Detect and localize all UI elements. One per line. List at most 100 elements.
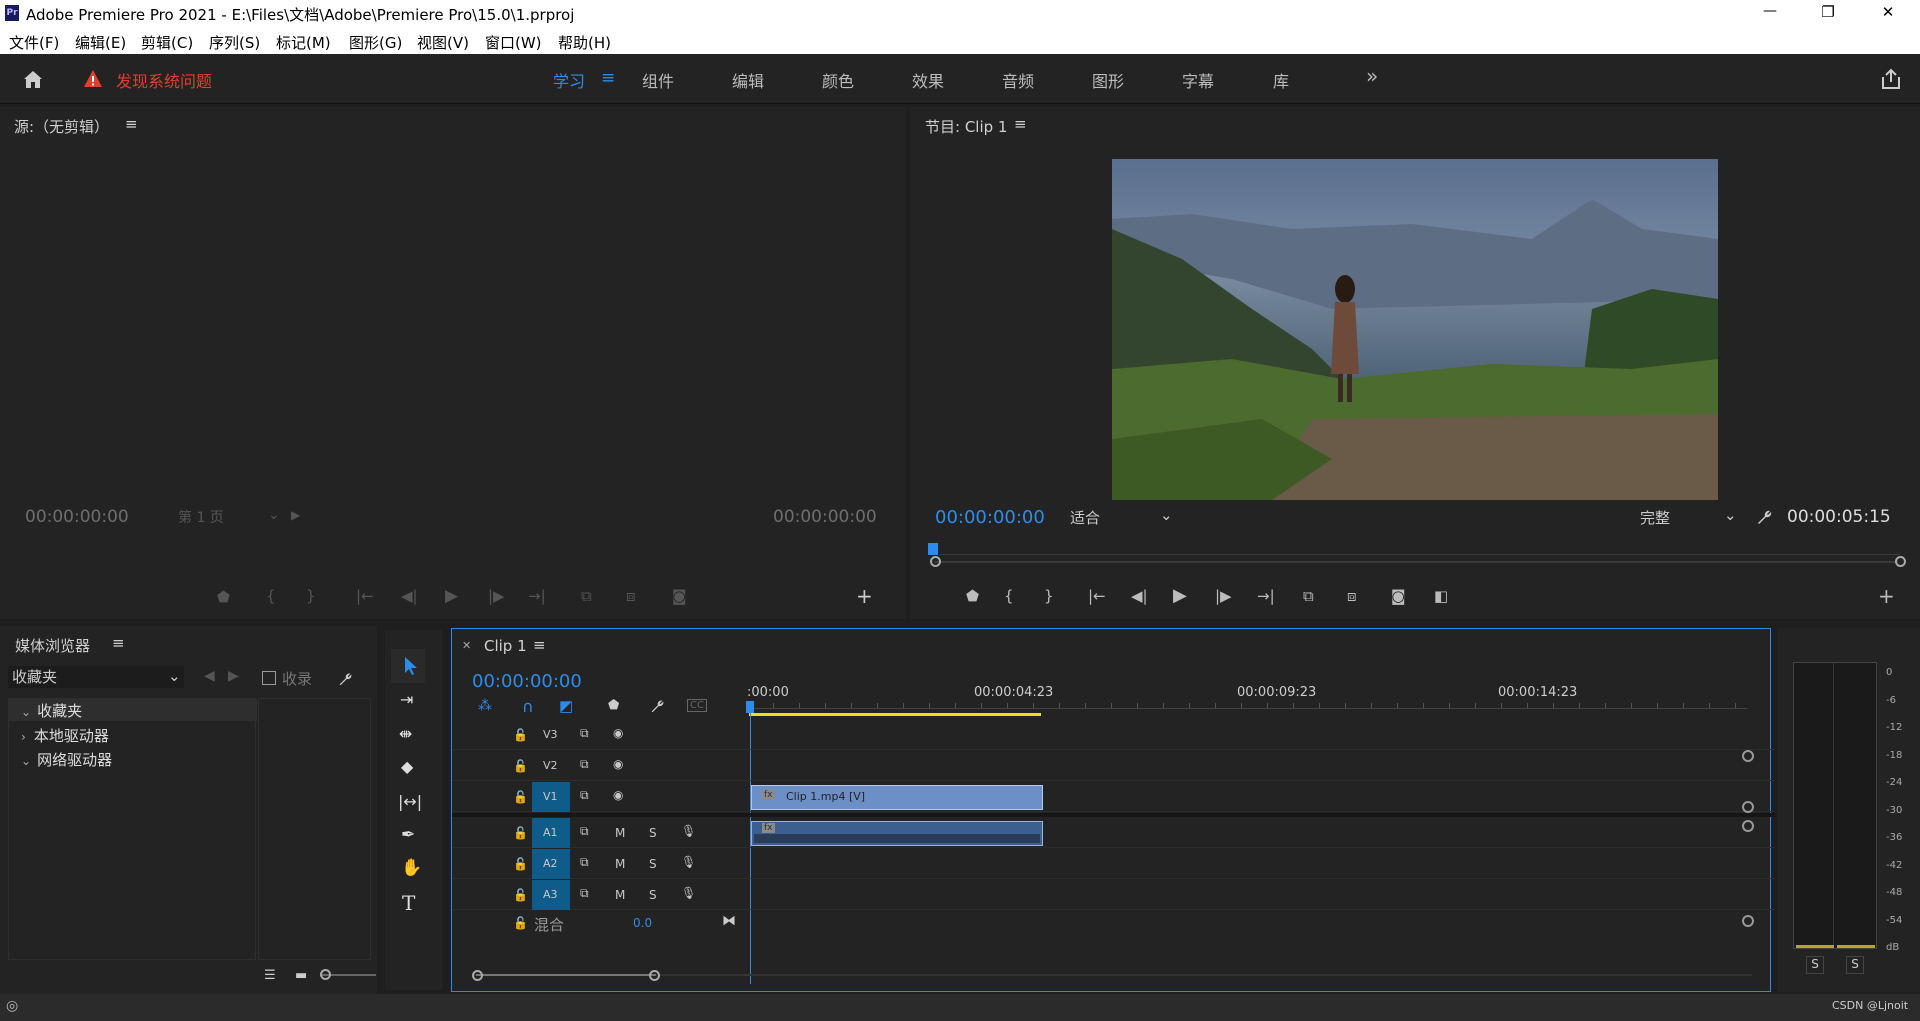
mute-button[interactable]: M (615, 826, 625, 840)
menu-graphics[interactable]: 图形(G) (349, 32, 402, 53)
solo-button[interactable]: S (649, 826, 657, 840)
video-clip[interactable]: fx Clip 1.mp4 [V] (751, 785, 1043, 810)
source-insert-icon[interactable]: ⧉ (581, 587, 592, 605)
play-triangle-icon[interactable]: ▶ (291, 508, 300, 522)
list-view-icon[interactable]: ☰ (264, 968, 276, 983)
sync-lock-icon[interactable]: ⧉ (580, 886, 589, 901)
add-marker-icon[interactable]: ⬟ (966, 587, 979, 605)
type-tool-icon[interactable]: T (402, 891, 415, 915)
solo-right-button[interactable]: S (1846, 956, 1864, 974)
timeline-menu-icon[interactable]: ≡ (533, 636, 546, 654)
lock-icon[interactable]: 🔓 (513, 728, 528, 742)
tab-color[interactable]: 颜色 (822, 68, 854, 92)
captions-icon[interactable]: CC (687, 699, 707, 712)
scrollbar-thumb[interactable] (476, 974, 656, 976)
background-render-icon[interactable]: ◎ (6, 998, 18, 1014)
source-goto-in-icon[interactable]: |← (356, 587, 374, 605)
vertical-scroll-handle-bottom[interactable] (1742, 915, 1754, 927)
timeline-timecode[interactable]: 00:00:00:00 (472, 671, 582, 692)
zoom-slider-handle[interactable] (320, 969, 331, 980)
export-frame-icon[interactable]: ◙ (1391, 587, 1406, 605)
track-divider[interactable] (452, 813, 1775, 817)
snap-magnet-icon[interactable]: ∩ (522, 697, 534, 716)
close-tab-icon[interactable]: ✕ (462, 639, 471, 652)
eye-icon[interactable]: ◉ (613, 788, 623, 802)
lock-icon[interactable]: 🔓 (513, 826, 528, 840)
lift-icon[interactable]: ⧉ (1303, 587, 1314, 605)
source-timecode-left[interactable]: 00:00:00:00 (25, 507, 129, 527)
workspace-menu-icon[interactable]: ≡ (601, 68, 615, 88)
source-menu-icon[interactable]: ≡ (125, 115, 138, 133)
ingest-checkbox[interactable] (262, 671, 276, 685)
program-timecode[interactable]: 00:00:00:00 (935, 507, 1045, 528)
source-marker-icon[interactable]: ⬟ (217, 588, 230, 606)
solo-button[interactable]: S (649, 888, 657, 902)
source-step-fwd-icon[interactable]: |▶ (488, 587, 505, 605)
eye-icon[interactable]: ◉ (613, 726, 623, 740)
comparison-view-icon[interactable]: ◧ (1434, 587, 1448, 605)
menu-sequence[interactable]: 序列(S) (209, 32, 260, 53)
system-warning-link[interactable]: 发现系统问题 (116, 68, 212, 92)
source-out-icon[interactable]: } (306, 587, 316, 605)
forward-arrow-icon[interactable]: ▶ (228, 668, 239, 684)
source-page-select[interactable]: 第 1 页 ⌄ (178, 507, 284, 527)
share-icon[interactable] (1880, 68, 1902, 90)
play-icon[interactable]: ▶ (1173, 585, 1187, 606)
settings-wrench-icon[interactable] (1755, 508, 1773, 526)
solo-button[interactable]: S (649, 857, 657, 871)
vertical-scroll-handle-top[interactable] (1742, 750, 1754, 762)
mark-in-icon[interactable]: { (1004, 587, 1014, 605)
microphone-icon[interactable]: 🎙 (681, 824, 696, 838)
time-ruler[interactable]: :00:00 00:00:04:23 00:00:09:23 00:00:14:… (746, 669, 1757, 717)
tab-captions[interactable]: 字幕 (1182, 68, 1214, 92)
program-scrubber[interactable] (928, 543, 1908, 567)
vertical-scroll-handle-mid[interactable] (1742, 801, 1754, 813)
lock-icon[interactable]: 🔓 (513, 888, 528, 902)
program-add-button-icon[interactable]: + (1878, 584, 1895, 608)
restore-button[interactable]: ❐ (1818, 3, 1838, 21)
sync-lock-icon[interactable]: ⧉ (580, 855, 589, 870)
quality-select[interactable]: 完整 ⌄ (1640, 506, 1740, 529)
nest-icon[interactable]: ⁂ (478, 698, 492, 714)
source-export-frame-icon[interactable]: ◙ (672, 587, 687, 605)
eye-icon[interactable]: ◉ (613, 757, 623, 771)
ingest-settings-wrench-icon[interactable] (337, 671, 353, 687)
menu-view[interactable]: 视图(V) (417, 32, 469, 53)
menu-help[interactable]: 帮助(H) (558, 32, 611, 53)
linked-selection-icon[interactable]: ◩ (559, 697, 573, 715)
program-menu-icon[interactable]: ≡ (1014, 115, 1027, 133)
slip-tool-icon[interactable]: |↔| (398, 792, 422, 811)
timeline-tab[interactable]: Clip 1 (484, 637, 527, 655)
tab-libraries[interactable]: 库 (1273, 68, 1289, 92)
menu-clip[interactable]: 剪辑(C) (141, 32, 193, 53)
tab-effects[interactable]: 效果 (912, 68, 944, 92)
menu-marker[interactable]: 标记(M) (276, 32, 331, 53)
step-back-icon[interactable]: ◀| (1131, 587, 1148, 605)
fit-select[interactable]: 适合 ⌄ (1070, 506, 1180, 529)
tab-assembly[interactable]: 组件 (642, 68, 674, 92)
playhead-icon[interactable] (928, 543, 938, 555)
warning-icon[interactable] (83, 69, 103, 89)
menu-file[interactable]: 文件(F) (9, 32, 59, 53)
tree-item-local-drives[interactable]: › 本地驱动器 (21, 725, 109, 746)
sync-lock-icon[interactable]: ⧉ (580, 726, 589, 741)
extract-icon[interactable]: ⧈ (1347, 587, 1357, 605)
lock-icon[interactable]: 🔓 (513, 916, 528, 930)
audio-clip[interactable]: fx (751, 821, 1043, 846)
tree-item-network-drives[interactable]: ⌄ 网络驱动器 (21, 749, 112, 770)
work-area-bar[interactable] (749, 713, 1041, 716)
menu-edit[interactable]: 编辑(E) (75, 32, 126, 53)
source-overwrite-icon[interactable]: ⧈ (626, 587, 636, 605)
pen-tool-icon[interactable]: ✒ (401, 825, 415, 845)
program-video-frame[interactable] (1112, 159, 1718, 500)
sync-lock-icon[interactable]: ⧉ (580, 824, 589, 839)
tab-editing[interactable]: 编辑 (732, 68, 764, 92)
source-add-button-icon[interactable]: + (856, 584, 873, 608)
back-arrow-icon[interactable]: ◀ (204, 668, 215, 684)
source-play-icon[interactable]: ▶ (445, 586, 458, 606)
microphone-icon[interactable]: 🎙 (681, 886, 696, 900)
mute-button[interactable]: M (615, 888, 625, 902)
source-step-back-icon[interactable]: ◀| (401, 587, 418, 605)
tab-graphics[interactable]: 图形 (1092, 68, 1124, 92)
timeline-settings-wrench-icon[interactable] (649, 698, 665, 714)
